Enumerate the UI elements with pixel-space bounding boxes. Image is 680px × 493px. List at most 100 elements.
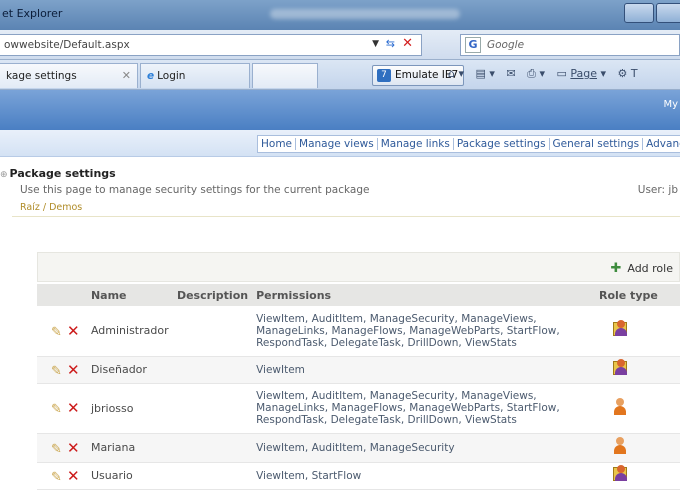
- row-actions: ✎ ✕: [37, 433, 87, 463]
- table-row: ✎ ✕ Diseñador ViewItem: [37, 356, 680, 384]
- name-header[interactable]: Name: [86, 284, 173, 306]
- delete-icon[interactable]: ✕: [67, 439, 81, 457]
- role-description: [172, 306, 253, 357]
- blurred-title: [270, 9, 460, 19]
- table-row: ✎ ✕ Mariana ViewItem, AuditItem, ManageSe…: [37, 433, 680, 463]
- delete-icon[interactable]: ✕: [67, 322, 81, 340]
- emulate-icon: 7: [377, 69, 391, 82]
- main-menu: Home Manage views Manage links Package sett…: [257, 135, 680, 153]
- table-row: ✎ ✕ Administrador ViewItem, AuditItem, Ma…: [37, 306, 680, 357]
- row-actions: ✎ ✕: [37, 462, 87, 490]
- page-title: ⊕ Package settings: [0, 167, 116, 180]
- role-description: [172, 462, 253, 490]
- group-icon: [612, 465, 629, 483]
- tab-login[interactable]: e Login: [140, 63, 250, 88]
- row-actions: ✎ ✕: [37, 306, 87, 357]
- maximize-button[interactable]: [656, 3, 680, 23]
- delete-icon[interactable]: ✕: [67, 361, 81, 379]
- role-type: [594, 356, 680, 384]
- nav-general-settings[interactable]: General settings: [549, 138, 644, 150]
- minimize-button[interactable]: [624, 3, 654, 23]
- command-bar: ⌂ ▾ ▤ ▾ ✉ ⎙ ▾ ▭ Page ▾ ⚙ T: [448, 67, 654, 81]
- role-name: Diseñador: [86, 356, 173, 384]
- role-description: [172, 383, 253, 434]
- role-type: [594, 462, 680, 490]
- roles-panel: ✚ Add role Name Description Permissions R…: [37, 252, 680, 493]
- role-description: [172, 356, 253, 384]
- role-type-header[interactable]: Role type: [594, 284, 680, 306]
- user-icon: [613, 437, 627, 455]
- pencil-icon[interactable]: ✎: [51, 470, 65, 485]
- add-role-label: Add role: [627, 262, 673, 275]
- page-menu[interactable]: ▭ Page ▾: [556, 67, 606, 80]
- window-titlebar: et Explorer: [0, 0, 680, 30]
- table-row: ✎ ✕ Usuario ViewItem, StartFlow: [37, 462, 680, 490]
- tools-menu[interactable]: ⚙ T: [618, 67, 646, 80]
- refresh-icon[interactable]: ⇆: [386, 37, 395, 50]
- page-description: Use this page to manage security setting…: [20, 184, 370, 196]
- google-logo-icon: G: [465, 37, 481, 53]
- user-icon: [613, 397, 627, 416]
- delete-icon[interactable]: ✕: [67, 399, 81, 417]
- breadcrumb[interactable]: Raíz / Demos: [20, 202, 82, 213]
- window-title: et Explorer: [2, 7, 63, 20]
- plus-icon: ✚: [610, 261, 622, 276]
- role-name: Mariana: [86, 433, 173, 463]
- site-banner: My: [0, 90, 680, 130]
- group-icon: [612, 359, 629, 377]
- role-permissions: ViewItem: [252, 356, 595, 384]
- tab-new[interactable]: [252, 63, 318, 88]
- nav-home[interactable]: Home: [258, 138, 297, 150]
- roles-toolbar: ✚ Add role: [37, 252, 680, 282]
- row-actions: ✎ ✕: [37, 356, 87, 384]
- ie-icon: e: [147, 70, 155, 82]
- nav-strip: Home Manage views Manage links Package sett…: [0, 130, 680, 157]
- role-name: Usuario: [86, 462, 173, 490]
- role-permissions: ViewItem, StartFlow: [252, 462, 595, 490]
- print-icon[interactable]: ⎙ ▾: [527, 67, 545, 80]
- role-type: [594, 433, 680, 463]
- role-permissions: ViewItem, AuditItem, ManageSecurity: [252, 433, 595, 463]
- bullet-icon: ⊕: [0, 170, 8, 180]
- banner-text: My: [663, 99, 678, 110]
- mail-icon[interactable]: ✉: [506, 67, 515, 80]
- tab-label: kage settings: [6, 70, 77, 82]
- stop-icon[interactable]: ✕: [402, 36, 413, 51]
- role-permissions: ViewItem, AuditItem, ManageSecurity, Man…: [252, 306, 595, 357]
- feeds-icon[interactable]: ▤ ▾: [476, 67, 495, 80]
- tab-row: kage settings ✕ e Login 7 Emulate IE7 ⌂ ▾…: [0, 60, 680, 90]
- role-name: Administrador: [86, 306, 173, 357]
- pencil-icon[interactable]: ✎: [51, 325, 65, 340]
- page-menu-label: Page: [570, 67, 598, 80]
- nav-manage-links[interactable]: Manage links: [377, 138, 454, 150]
- current-user: User: jb: [637, 184, 678, 196]
- nav-package-settings[interactable]: Package settings: [453, 138, 550, 150]
- close-tab-icon[interactable]: ✕: [122, 69, 131, 82]
- actions-header: [37, 284, 87, 306]
- delete-icon[interactable]: ✕: [67, 467, 81, 485]
- address-bar[interactable]: owwebsite/Default.aspx ▼ ⇆ ✕: [0, 34, 422, 56]
- divider: [12, 216, 680, 217]
- nav-advanced-settings[interactable]: Advanced s: [643, 138, 680, 150]
- row-actions: ✎ ✕: [37, 383, 87, 434]
- description-header[interactable]: Description: [172, 284, 253, 306]
- tab-package-settings[interactable]: kage settings ✕: [0, 63, 138, 88]
- roles-table: Name Description Permissions Role type ✎…: [37, 284, 680, 490]
- pencil-icon[interactable]: ✎: [51, 364, 65, 379]
- search-input[interactable]: G Google: [460, 34, 680, 56]
- chevron-down-icon[interactable]: ▼: [372, 39, 379, 49]
- pencil-icon[interactable]: ✎: [51, 402, 65, 417]
- role-description: [172, 433, 253, 463]
- permissions-header[interactable]: Permissions: [252, 284, 595, 306]
- table-header: Name Description Permissions Role type: [37, 284, 680, 306]
- role-name: jbriosso: [86, 383, 173, 434]
- address-text: owwebsite/Default.aspx: [4, 39, 130, 51]
- tab-label: Login: [157, 70, 186, 82]
- add-role-button[interactable]: ✚ Add role: [610, 261, 673, 276]
- address-row: owwebsite/Default.aspx ▼ ⇆ ✕ G Google: [0, 30, 680, 60]
- nav-manage-views[interactable]: Manage views: [296, 138, 378, 150]
- home-icon[interactable]: ⌂ ▾: [448, 67, 464, 80]
- pencil-icon[interactable]: ✎: [51, 442, 65, 457]
- page-title-text: Package settings: [9, 167, 116, 180]
- role-type: [594, 306, 680, 357]
